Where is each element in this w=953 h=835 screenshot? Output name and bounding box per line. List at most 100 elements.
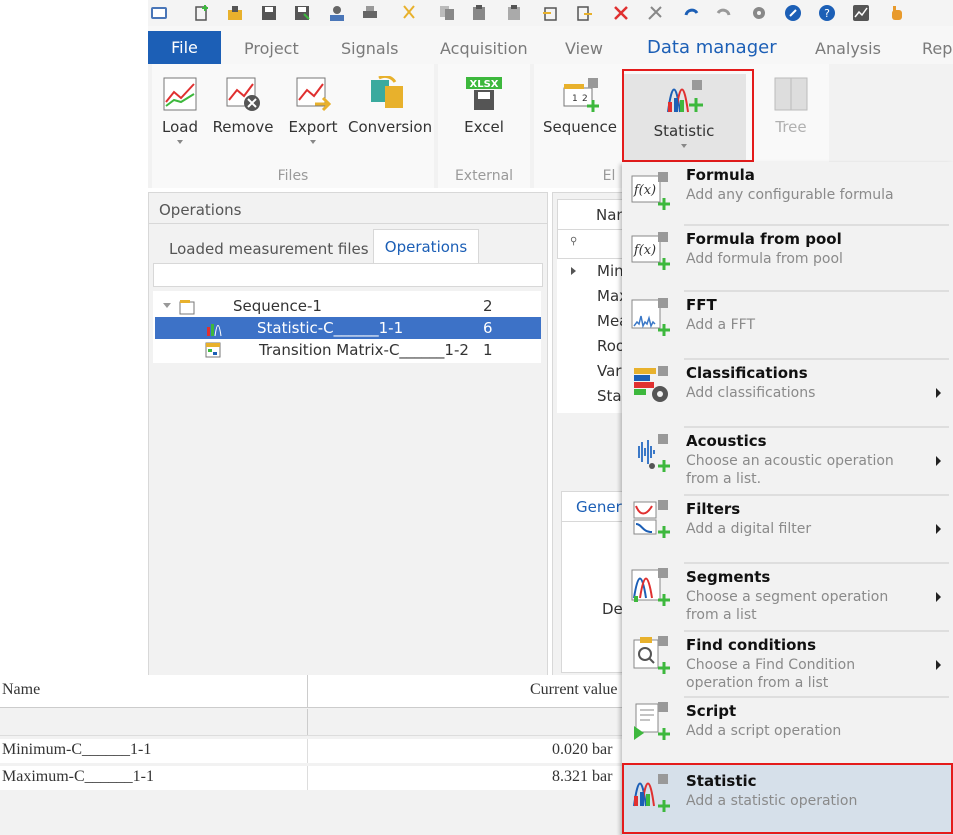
tab-general[interactable]: Genera bbox=[561, 491, 628, 522]
auto-icon[interactable] bbox=[328, 4, 346, 22]
ribbon-group-files: Load Remove Export Conversion Files bbox=[152, 64, 434, 188]
import-icon[interactable] bbox=[541, 4, 559, 22]
conversion-button[interactable]: Conversion bbox=[348, 76, 432, 136]
load-button[interactable]: Load bbox=[158, 76, 202, 144]
sequence-button[interactable]: 12 Sequence bbox=[540, 76, 620, 136]
table-row[interactable]: Maximum-C______1-1 8.321 bar bbox=[0, 766, 625, 790]
tab-file[interactable]: File bbox=[148, 31, 221, 64]
redo-icon[interactable] bbox=[715, 4, 733, 22]
svg-text:1: 1 bbox=[572, 94, 578, 104]
export-chart-icon bbox=[296, 77, 331, 112]
cut-icon[interactable] bbox=[400, 4, 418, 22]
open-icon[interactable] bbox=[226, 4, 244, 22]
tree-row-selected[interactable]: Statistic-C______1-1 6 bbox=[155, 317, 541, 339]
tab-loaded-measurement-files[interactable]: Loaded measurement files bbox=[169, 240, 369, 258]
tab-view[interactable]: View bbox=[565, 39, 603, 58]
tree-row[interactable]: Transition Matrix-C______1-2 1 bbox=[153, 339, 540, 361]
wrench-icon[interactable] bbox=[784, 4, 802, 22]
tree-item-name: Transition Matrix-C______1-2 bbox=[259, 341, 469, 359]
submenu-arrow-icon bbox=[936, 456, 941, 466]
menu-item-formula[interactable]: f(x) Formula Add any configurable formul… bbox=[622, 162, 953, 224]
operations-tree: Sequence-1 2 Statistic-C______1-1 6 Tran… bbox=[153, 291, 541, 363]
delete-icon[interactable] bbox=[612, 4, 630, 22]
menu-item-subtitle: Add classifications bbox=[686, 385, 816, 401]
filter-row[interactable] bbox=[153, 263, 543, 287]
app-icon[interactable] bbox=[150, 4, 168, 22]
value-list: Min Max Mea Roo Var Sta bbox=[557, 259, 628, 413]
menu-item-subtitle: Choose a segment operation from a list bbox=[686, 589, 889, 623]
tools-icon[interactable] bbox=[646, 4, 664, 22]
paste-icon[interactable] bbox=[470, 4, 488, 22]
find-conditions-icon bbox=[633, 636, 670, 674]
classifications-icon bbox=[634, 366, 668, 402]
svg-text:2: 2 bbox=[582, 94, 588, 104]
menu-item-classifications[interactable]: Classifications Add classifications bbox=[622, 360, 953, 426]
excel-button[interactable]: XLSX Excel bbox=[452, 76, 516, 136]
statistic-dropdown-menu: f(x) Formula Add any configurable formul… bbox=[622, 162, 953, 835]
expand-icon[interactable] bbox=[163, 303, 171, 308]
tab-data-manager[interactable]: Data manager bbox=[647, 37, 777, 58]
menu-item-title: Segments bbox=[686, 568, 771, 586]
remove-label: Remove bbox=[212, 118, 274, 136]
undo-icon[interactable] bbox=[682, 4, 700, 22]
tab-acquisition[interactable]: Acquisition bbox=[440, 39, 528, 58]
tree-item-count: 2 bbox=[483, 297, 493, 315]
ribbon-group-external: XLSX Excel External bbox=[438, 64, 530, 188]
copy-icon[interactable] bbox=[438, 4, 456, 22]
menu-item-find-conditions[interactable]: Find conditions Choose a Find Condition … bbox=[622, 632, 953, 696]
statistic-ribbon-highlight bbox=[622, 69, 754, 162]
menu-item-segments[interactable]: Segments Choose a segment operation from… bbox=[622, 564, 953, 630]
column-divider bbox=[307, 739, 308, 763]
menu-item-formula-from-pool[interactable]: f(x) Formula from pool Add formula from … bbox=[622, 226, 953, 290]
menu-item-title: Find conditions bbox=[686, 636, 817, 654]
save-as-icon[interactable] bbox=[293, 4, 311, 22]
menu-item-title: Acoustics bbox=[686, 432, 767, 450]
quick-access-toolbar: ? bbox=[148, 0, 953, 26]
submenu-arrow-icon bbox=[936, 592, 941, 602]
help-icon[interactable]: ? bbox=[818, 4, 836, 22]
submenu-arrow-icon bbox=[936, 660, 941, 670]
tree-row[interactable]: Sequence-1 2 bbox=[153, 295, 540, 317]
menu-item-acoustics[interactable]: Acoustics Choose an acoustic operation f… bbox=[622, 428, 953, 494]
new-icon[interactable] bbox=[193, 4, 211, 22]
tab-report[interactable]: Rep bbox=[922, 39, 952, 58]
chevron-down-icon bbox=[310, 140, 316, 144]
hand-icon[interactable] bbox=[888, 4, 906, 22]
submenu-arrow-icon bbox=[936, 524, 941, 534]
tree-button[interactable]: Tree bbox=[766, 76, 816, 136]
xlsx-badge: XLSX bbox=[470, 79, 499, 90]
column-header-name[interactable]: Name bbox=[2, 681, 40, 699]
settings-icon[interactable] bbox=[750, 4, 768, 22]
tree-label: Tree bbox=[775, 118, 807, 136]
tab-signals[interactable]: Signals bbox=[341, 39, 398, 58]
submenu-arrow-icon bbox=[936, 388, 941, 398]
menu-item-script[interactable]: Script Add a script operation bbox=[622, 698, 953, 762]
menu-item-title: Formula from pool bbox=[686, 230, 842, 248]
column-header-current-value[interactable]: Current value bbox=[530, 681, 618, 699]
save-icon[interactable] bbox=[260, 4, 278, 22]
operations-panel: Operations Loaded measurement files Oper… bbox=[148, 192, 548, 679]
filter-row[interactable]: ⚲ bbox=[557, 229, 628, 259]
menu-item-subtitle: Add a script operation bbox=[686, 723, 842, 739]
menu-item-fft[interactable]: FFT Add a FFT bbox=[622, 292, 953, 358]
tab-analysis[interactable]: Analysis bbox=[815, 39, 881, 58]
filter-row[interactable] bbox=[0, 709, 625, 736]
details-panel: Nan ⚲ Min Max Mea Roo Var Sta Genera De bbox=[552, 192, 629, 679]
export-button[interactable]: Export bbox=[286, 76, 340, 144]
paste-special-icon[interactable] bbox=[505, 4, 523, 22]
tab-project[interactable]: Project bbox=[244, 39, 299, 58]
acoustics-icon bbox=[638, 434, 670, 472]
remove-button[interactable]: Remove bbox=[212, 76, 274, 136]
tab-operations[interactable]: Operations bbox=[373, 229, 479, 264]
menu-item-subtitle: Choose a Find Condition operation from a… bbox=[686, 657, 856, 691]
conversion-label: Conversion bbox=[348, 118, 433, 136]
export-icon[interactable] bbox=[575, 4, 593, 22]
menu-item-filters[interactable]: Filters Add a digital filter bbox=[622, 496, 953, 562]
table-row[interactable]: Minimum-C______1-1 0.020 bar bbox=[0, 739, 625, 763]
chart-icon[interactable] bbox=[852, 4, 870, 22]
row-name: Minimum-C______1-1 bbox=[2, 741, 152, 758]
transition-matrix-icon bbox=[205, 342, 221, 358]
general-tab-content: De bbox=[561, 521, 628, 673]
print-icon[interactable] bbox=[361, 4, 379, 22]
filters-icon bbox=[633, 500, 670, 538]
